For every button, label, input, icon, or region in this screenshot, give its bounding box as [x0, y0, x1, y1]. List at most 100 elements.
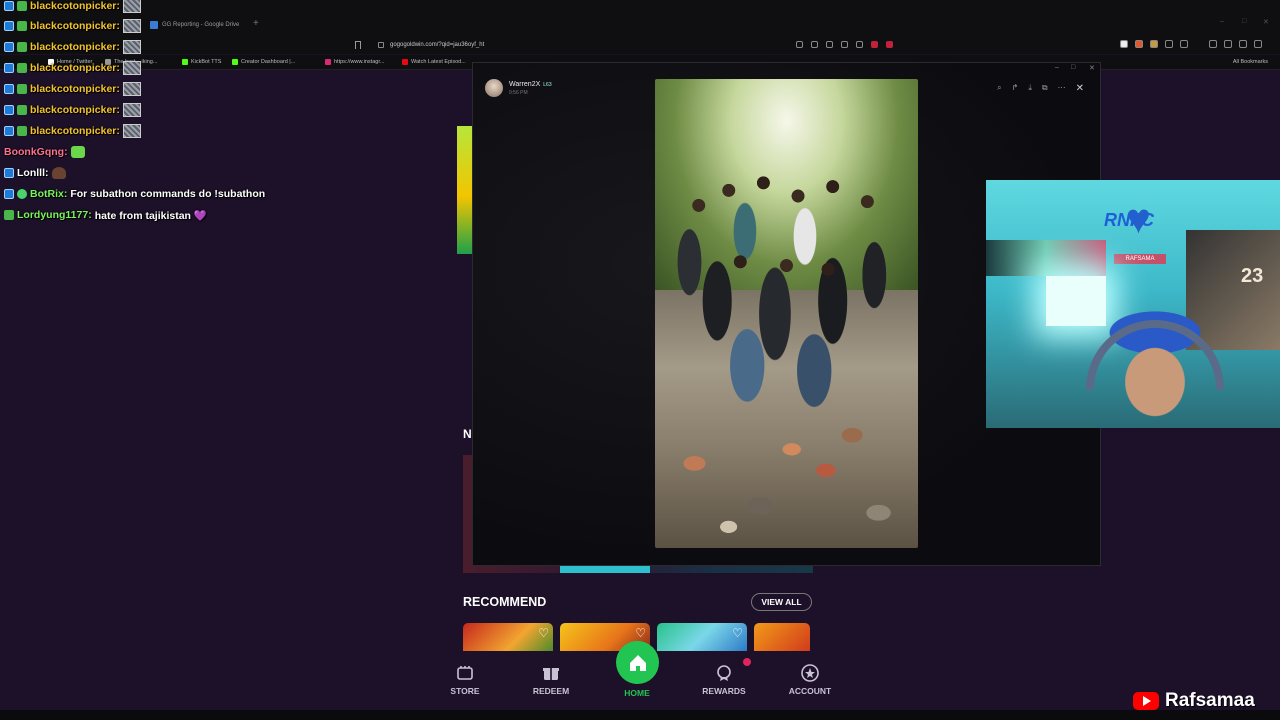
gift-icon: [543, 668, 559, 680]
carousel-indicator: [560, 566, 650, 573]
home-icon: [629, 654, 646, 671]
chat-username: blackcotonpicker:: [30, 0, 120, 12]
viewer-close-window-icon[interactable]: ✕: [1089, 64, 1095, 72]
share-icon[interactable]: [856, 41, 863, 48]
game-tile[interactable]: [754, 623, 810, 651]
heart-icon[interactable]: ♡: [732, 626, 743, 640]
screen: GG Reporting - Google Drive + – □ ✕ gogo…: [0, 0, 1280, 720]
emote-icon: [122, 82, 141, 96]
webcam-overlay: ♥ RNFC RAFSAMA 23: [986, 180, 1280, 428]
promo-banner[interactable]: [457, 126, 472, 254]
badge-icon: [4, 168, 14, 178]
new-tab-button[interactable]: +: [253, 18, 259, 29]
chat-line: BoonkGqng:: [4, 145, 85, 159]
viewer-toolbar: ⌕ ↱ ⤓ ⧉ ⋯ ✕: [997, 83, 1084, 94]
sidebar-icon[interactable]: [1209, 40, 1217, 48]
nav-store[interactable]: STORE: [430, 664, 500, 696]
viewer-minimize-icon[interactable]: –: [1055, 64, 1059, 71]
nav-redeem[interactable]: REDEEM: [516, 664, 586, 696]
location-icon[interactable]: [796, 41, 803, 48]
nav-label: ACCOUNT: [788, 686, 832, 696]
emote-icon: [51, 167, 66, 179]
cast-icon[interactable]: [841, 41, 848, 48]
translate-icon[interactable]: [811, 41, 818, 48]
post-timestamp: 9:56 PM: [509, 89, 528, 96]
sub-badge-icon: [17, 42, 27, 52]
bookmark-5[interactable]: https://www.instagr...: [325, 59, 384, 65]
chat-username: BoonkGqng:: [4, 146, 68, 158]
cam-jersey-number: 23: [1241, 265, 1264, 287]
tab-title: GG Reporting - Google Drive: [162, 22, 240, 28]
badge-icon: [4, 105, 14, 115]
badge-icon: [4, 84, 14, 94]
all-bookmarks[interactable]: All Bookmarks: [1233, 59, 1268, 65]
ext-icon-3[interactable]: [1150, 40, 1158, 48]
bookmark-3[interactable]: KickBot TTS: [182, 59, 221, 65]
chat-line: blackcotonpicker:: [4, 61, 141, 75]
cam-neon-sign: RNFC: [1104, 210, 1154, 230]
minimize-icon[interactable]: –: [1220, 18, 1224, 25]
chat-line: blackcotonpicker:: [4, 124, 141, 138]
google-drive-icon: [150, 21, 158, 29]
ext-icon-2[interactable]: [1135, 40, 1143, 48]
heart-icon[interactable]: ♡: [538, 626, 549, 640]
chat-line: Lordyung1177: hate from tajikistan 💜: [4, 208, 207, 222]
avatar[interactable]: [485, 79, 503, 97]
viewer-maximize-icon[interactable]: □: [1071, 64, 1075, 71]
open-external-icon[interactable]: ⧉: [1042, 83, 1048, 94]
store-icon: [457, 666, 473, 680]
ext-icon-7[interactable]: [1224, 40, 1232, 48]
sub-badge-icon: [4, 210, 14, 220]
close-window-icon[interactable]: ✕: [1263, 18, 1269, 26]
chat-username: Lordyung1177:: [17, 209, 92, 221]
download-icon[interactable]: ⤓: [1028, 83, 1032, 94]
emote-icon: [70, 146, 85, 158]
ext-icon-8[interactable]: [1239, 40, 1247, 48]
ext-icon-5[interactable]: [1180, 40, 1188, 48]
extension-icons: [1120, 40, 1273, 48]
nav-account[interactable]: ACCOUNT: [775, 664, 845, 696]
sub-badge-icon: [17, 84, 27, 94]
badge-icon: [4, 189, 14, 199]
channel-watermark: Rafsamaa: [1133, 690, 1255, 712]
rewards-icon: [717, 665, 731, 681]
bookmark-6[interactable]: Watch Latest Episod...: [402, 59, 466, 65]
ext-icon-1[interactable]: [1120, 40, 1128, 48]
bookmark-label: Watch Latest Episod...: [411, 59, 466, 65]
view-all-button[interactable]: VIEW ALL: [751, 593, 812, 611]
game-tile[interactable]: ♡: [657, 623, 747, 651]
nav-home[interactable]: [616, 641, 659, 684]
close-icon[interactable]: ✕: [1076, 83, 1084, 94]
maximize-icon[interactable]: □: [1242, 18, 1246, 25]
sub-badge-icon: [17, 63, 27, 73]
install-icon[interactable]: [826, 41, 833, 48]
chat-line: blackcotonpicker:: [4, 82, 141, 96]
sub-badge-icon: [17, 1, 27, 11]
heart-icon[interactable]: ♡: [635, 626, 646, 640]
bookmark-star-icon[interactable]: [355, 41, 361, 49]
game-tile[interactable]: ♡: [463, 623, 553, 651]
address-icons: [796, 41, 893, 48]
photo-rocks: [655, 407, 918, 548]
bookmark-4[interactable]: Creator Dashboard |...: [232, 59, 295, 65]
emote-icon: [122, 61, 141, 75]
bookmark-label: KickBot TTS: [191, 59, 222, 65]
sub-badge-icon: [17, 126, 27, 136]
chat-line: Lonlll:: [4, 166, 66, 180]
alert-icon[interactable]: [886, 41, 893, 48]
extension-icon[interactable]: [871, 41, 878, 48]
recommend-heading: RECOMMEND: [463, 595, 547, 609]
zoom-icon[interactable]: ⌕: [997, 83, 1001, 94]
menu-icon[interactable]: [1269, 40, 1273, 48]
browser-tab[interactable]: GG Reporting - Google Drive: [150, 17, 239, 33]
profile-icon[interactable]: [1254, 40, 1262, 48]
poster-name[interactable]: Warren2X: [509, 81, 540, 88]
chat-username: blackcotonpicker:: [30, 41, 120, 53]
more-icon[interactable]: ⋯: [1058, 83, 1066, 94]
nav-rewards[interactable]: REWARDS: [689, 664, 759, 696]
puzzle-icon[interactable]: [1165, 40, 1173, 48]
forward-icon[interactable]: ↱: [1012, 83, 1019, 94]
site-info-icon[interactable]: [378, 42, 384, 48]
nav-label: REWARDS: [702, 686, 746, 696]
play-icon: [402, 59, 408, 65]
